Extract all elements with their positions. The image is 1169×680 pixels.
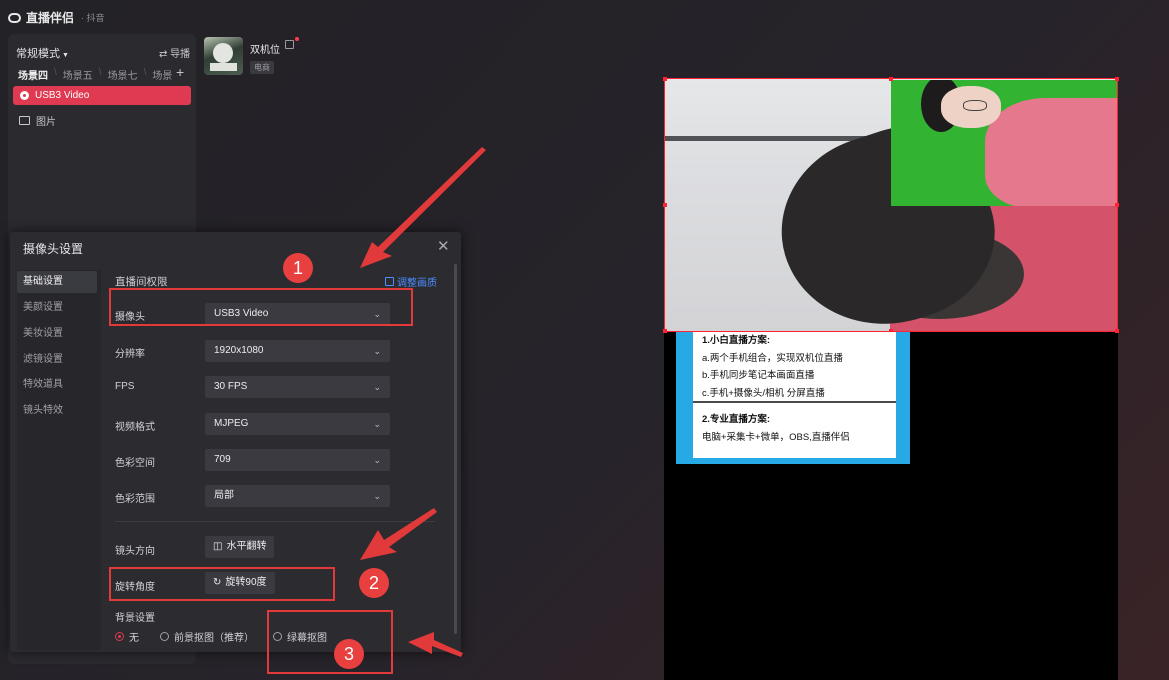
highlight-box-rotation: [109, 567, 335, 601]
source-item-usb-video[interactable]: USB3 Video: [13, 86, 191, 105]
mode-label: 常规模式: [16, 48, 60, 60]
fps-select[interactable]: 30 FPS ⌄: [205, 376, 390, 398]
resolution-label: 分辨率: [115, 349, 145, 360]
color-range-select[interactable]: 局部 ⌄: [205, 485, 390, 507]
section-title: 直播间权限: [115, 276, 168, 288]
resize-handle[interactable]: [663, 203, 667, 207]
mirror-button[interactable]: ◫ 水平翻转: [205, 536, 275, 558]
selection-frame[interactable]: [663, 77, 1119, 333]
category-badge: 电商: [250, 61, 274, 74]
chevron-down-icon: ⌄: [373, 419, 381, 429]
resize-handle[interactable]: [663, 77, 667, 81]
bg-option-foreground[interactable]: 前景抠图（推荐）: [160, 629, 254, 644]
step-badge-1: 1: [283, 253, 313, 283]
resize-handle[interactable]: [1115, 77, 1119, 81]
step-badge-3: 3: [334, 639, 364, 669]
scrollbar[interactable]: [454, 264, 457, 634]
poster-plan1-item: c.手机+摄像头/相机 分屏直播: [702, 387, 825, 399]
lens-direction-label: 镜头方向: [115, 546, 155, 557]
video-format-value: MJPEG: [214, 418, 249, 429]
notification-dot: [295, 37, 299, 41]
nav-filter-settings[interactable]: 滤镜设置: [17, 349, 97, 371]
resize-handle[interactable]: [1115, 203, 1119, 207]
fps-value: 30 FPS: [214, 381, 248, 392]
scene-tabs: 场景四 \ 场景五 \ 场景七 \ 场景: [18, 67, 172, 82]
bg-option-label: 前景抠图（推荐）: [174, 633, 254, 644]
chevron-down-icon: ⌄: [373, 491, 381, 501]
poster-plan2-text: 电脑+采集卡+微单，OBS,直播伴侣: [702, 431, 850, 443]
app-subtitle: · 抖音: [81, 13, 105, 23]
tab-divider: \: [98, 67, 102, 78]
mirror-button-label: 水平翻转: [226, 541, 267, 552]
avatar[interactable]: [204, 37, 243, 75]
color-space-select[interactable]: 709 ⌄: [205, 449, 390, 471]
edit-icon[interactable]: [285, 40, 294, 49]
resolution-select[interactable]: 1920x1080 ⌄: [205, 340, 390, 362]
color-range-value: 局部: [214, 490, 234, 501]
adjust-quality-label: 调整画质: [397, 278, 437, 289]
image-icon: [19, 116, 30, 125]
poster-plan2-title: 2.专业直播方案:: [702, 414, 771, 425]
app-title: 直播伴侣: [26, 11, 75, 25]
source-label: 图片: [36, 117, 56, 128]
nav-basic-settings[interactable]: 基础设置: [17, 271, 97, 293]
radio-icon: [160, 632, 169, 641]
resize-handle[interactable]: [663, 329, 667, 333]
account-name: 双机位: [250, 45, 280, 56]
highlight-box-camera: [109, 288, 413, 326]
divider: [115, 521, 435, 522]
background-label: 背景设置: [115, 613, 155, 624]
app-logo: 直播伴侣 · 抖音: [8, 9, 105, 26]
fps-label: FPS: [115, 381, 135, 392]
tab-scene-5[interactable]: 场景五: [63, 67, 93, 82]
resize-handle[interactable]: [889, 77, 893, 81]
chevron-down-icon: ⌄: [373, 346, 381, 356]
image-source-poster[interactable]: 1.小白直播方案: a.两个手机组合，实现双机位直播 b.手机同步笔记本画面直播…: [676, 332, 910, 464]
bg-option-label: 无: [129, 633, 139, 644]
highlight-box-greenscreen: [267, 610, 393, 674]
add-scene-button[interactable]: +: [176, 64, 184, 80]
mode-dropdown[interactable]: 常规模式 ▼: [16, 45, 69, 61]
video-format-select[interactable]: MJPEG ⌄: [205, 413, 390, 435]
poster-plan1-item: b.手机同步笔记本画面直播: [702, 370, 815, 381]
close-icon[interactable]: ✕: [437, 237, 450, 255]
tab-scene-more[interactable]: 场景: [152, 67, 172, 82]
tab-divider: \: [143, 67, 147, 78]
color-space-label: 色彩空间: [115, 458, 155, 469]
chevron-down-icon: ⌄: [373, 382, 381, 392]
radio-selected-icon: [115, 632, 124, 641]
poster-plan1-title: 1.小白直播方案:: [702, 335, 771, 346]
source-label: USB3 Video: [35, 90, 90, 101]
color-range-label: 色彩范围: [115, 494, 155, 505]
step-badge-2: 2: [359, 568, 389, 598]
poster-plan1-item: a.两个手机组合，实现双机位直播: [702, 352, 843, 364]
nav-makeup-settings[interactable]: 美妆设置: [17, 323, 97, 345]
color-space-value: 709: [214, 454, 231, 465]
tab-scene-4[interactable]: 场景四: [18, 67, 48, 82]
dialog-title: 摄像头设置: [23, 242, 84, 256]
flip-icon: ◫: [213, 541, 223, 552]
source-item-image[interactable]: 图片: [19, 113, 56, 128]
tab-scene-7[interactable]: 场景七: [108, 67, 138, 82]
nav-lens-effects[interactable]: 镜头特效: [17, 400, 97, 422]
poster-plan2: 2.专业直播方案: 电脑+采集卡+微单，OBS,直播伴侣: [702, 411, 850, 446]
tab-divider: \: [54, 67, 57, 78]
guide-button[interactable]: ⇄ 导播: [159, 45, 190, 60]
bg-option-none[interactable]: 无: [115, 629, 139, 644]
poster-divider: [693, 401, 896, 403]
caret-down-icon: ▼: [62, 52, 69, 59]
logo-icon: [8, 12, 21, 23]
poster-card: 1.小白直播方案: a.两个手机组合，实现双机位直播 b.手机同步笔记本画面直播…: [693, 332, 896, 458]
resolution-value: 1920x1080: [214, 345, 264, 356]
adjust-quality-link[interactable]: 调整画质: [385, 274, 437, 289]
nav-beauty-settings[interactable]: 美颜设置: [17, 297, 97, 319]
edit-icon: [385, 277, 394, 286]
camera-icon: [20, 91, 29, 100]
video-format-label: 视频格式: [115, 422, 155, 433]
resize-handle[interactable]: [1115, 329, 1119, 333]
nav-effects-props[interactable]: 特效道具: [17, 374, 97, 396]
chevron-down-icon: ⌄: [373, 455, 381, 465]
